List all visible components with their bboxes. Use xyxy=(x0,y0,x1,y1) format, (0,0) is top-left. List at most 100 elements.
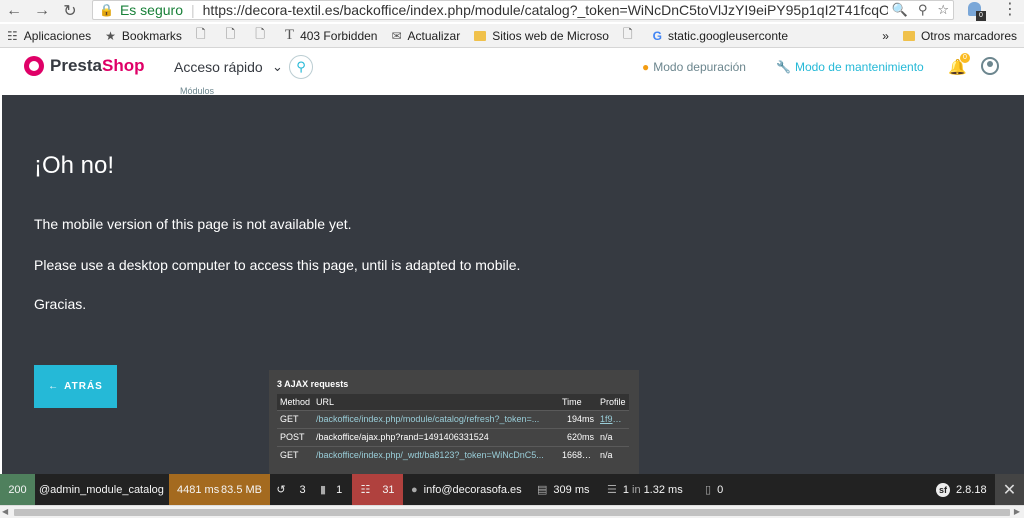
request-time: 194ms xyxy=(559,409,597,428)
cache-toolbar-item[interactable]: ☰ 1 in 1.32 ms xyxy=(599,474,697,505)
maintenance-mode-link[interactable]: 🔧 Modo de mantenimiento xyxy=(776,60,924,74)
symfony-version-item[interactable]: sf 2.8.18 xyxy=(928,474,995,505)
ajax-count: 3 xyxy=(299,483,306,496)
translation-toolbar-item[interactable]: ☷ 31 xyxy=(352,474,403,505)
request-url[interactable]: /backoffice/index.php/module/catalog/ref… xyxy=(313,409,559,428)
prestashop-logo-icon xyxy=(24,56,44,76)
security-toolbar-item[interactable]: ● info@decorasofa.es xyxy=(403,474,529,505)
ajax-panel-title: 3 AJAX requests xyxy=(277,379,349,389)
address-bar[interactable]: 🔒 Es seguro | https://decora-textil.es/b… xyxy=(92,0,954,20)
route-name[interactable]: @admin_module_catalog xyxy=(35,474,169,505)
browser-menu-icon[interactable]: ⋮ xyxy=(1000,0,1020,20)
request-profile: n/a xyxy=(597,427,629,446)
thanks-message: Gracias. xyxy=(34,296,87,312)
page-title: ¡Oh no! xyxy=(34,152,115,179)
arrow-left-icon: ← xyxy=(48,381,60,392)
dump-toolbar-item[interactable]: ▯ 0 xyxy=(697,474,737,505)
bookmark-googleusercontent[interactable]: Gstatic.googleuserconte xyxy=(646,29,795,43)
back-button[interactable]: ← ATRÁS xyxy=(34,365,117,408)
extension-badge: 0 xyxy=(976,11,986,21)
performance-panel[interactable]: 4481 ms 83.5 MB xyxy=(169,474,270,505)
google-icon: G xyxy=(652,28,662,43)
chevron-down-icon[interactable]: ⌄ xyxy=(272,59,283,75)
db-time: 309 ms xyxy=(553,483,590,496)
search-icon[interactable]: ⚲ xyxy=(289,55,313,79)
admin-header: PrestaShop Acceso rápido ⌄ ⚲ Módulos ● Mo… xyxy=(0,50,1024,95)
user-icon: ● xyxy=(411,483,418,496)
column-header-url: URL xyxy=(316,396,335,407)
table-row: GET /backoffice/index.php/_wdt/ba8123?_t… xyxy=(277,445,629,464)
bookmark-page-2[interactable]: 🗋 xyxy=(219,25,249,46)
cache-calls: 1 xyxy=(622,483,629,496)
translation-icon: ☷ xyxy=(360,484,371,496)
request-time: 1668ms xyxy=(559,445,597,464)
bookmark-page-4[interactable]: 🗋 xyxy=(616,25,646,46)
zoom-icon[interactable]: 🔍 xyxy=(892,2,908,18)
bookmark-page-3[interactable]: 🗋 xyxy=(248,25,278,46)
bookmarks-bar: ☷ Aplicaciones ★ Bookmarks 🗋 🗋 🗋 T 403 Forb… xyxy=(0,24,1024,48)
bookmarks-overflow[interactable]: » xyxy=(875,29,896,43)
column-header-time: Time xyxy=(562,396,582,407)
address-separator: | xyxy=(191,2,195,18)
bookmark-other[interactable]: Otros marcadores xyxy=(896,29,1024,43)
url-text[interactable]: https://decora-textil.es/backoffice/inde… xyxy=(203,2,890,18)
request-time: 620ms xyxy=(559,427,597,446)
symfony-logo-icon: sf xyxy=(936,482,950,497)
submenu-peek: Módulos xyxy=(168,84,314,95)
cache-in-label: in xyxy=(632,483,641,496)
symfony-debug-toolbar: 200 @admin_module_catalog 4481 ms 83.5 M… xyxy=(0,474,1024,505)
ajax-requests-table: Method URL Time Profile GET /backoffice/… xyxy=(277,394,629,464)
font-icon: T xyxy=(284,27,295,43)
cache-time: 1.32 ms xyxy=(643,483,683,496)
ajax-toolbar-item[interactable]: ↺ 3 xyxy=(270,474,312,505)
secure-label: Es seguro xyxy=(119,2,183,18)
prestashop-logo[interactable]: PrestaShop xyxy=(24,56,144,76)
page-icon: 🗋 xyxy=(255,27,265,41)
browser-toolbar: ← → ↻ 🔒 Es seguro | https://decora-texti… xyxy=(0,0,1024,22)
bookmark-bookmarks[interactable]: ★ Bookmarks xyxy=(98,29,189,43)
dump-icon: ▯ xyxy=(705,484,712,496)
lock-icon: 🔒 xyxy=(99,3,114,17)
logged-user: info@decorasofa.es xyxy=(423,483,522,496)
forms-count: 1 xyxy=(336,483,343,496)
close-icon[interactable]: ✕ xyxy=(995,474,1024,505)
cache-icon: ☰ xyxy=(607,484,617,496)
status-code-badge[interactable]: 200 xyxy=(0,474,35,505)
memory-usage: 83.5 MB xyxy=(221,483,262,496)
column-header-profile: Profile xyxy=(600,396,626,407)
bookmark-actualizar[interactable]: ✉ Actualizar xyxy=(384,29,467,43)
horizontal-scrollbar[interactable]: ◀ ▶ xyxy=(0,505,1024,518)
bookmark-apps[interactable]: ☷ Aplicaciones xyxy=(0,29,98,43)
quick-access-menu[interactable]: Acceso rápido xyxy=(174,59,263,75)
request-url[interactable]: /backoffice/index.php/_wdt/ba8123?_token… xyxy=(313,445,559,464)
wrench-icon: 🔧 xyxy=(776,60,791,74)
mail-icon: ✉ xyxy=(391,28,402,43)
debug-mode-link[interactable]: ● Modo depuración xyxy=(642,60,746,74)
forms-toolbar-item[interactable]: ▮ 1 xyxy=(312,474,352,505)
key-icon[interactable]: ⚲ xyxy=(918,2,928,18)
reload-icon[interactable]: ↻ xyxy=(56,0,84,22)
bookmark-microsoft-folder[interactable]: Sitios web de Microso xyxy=(467,29,616,43)
mobile-message: The mobile version of this page is not a… xyxy=(34,216,352,232)
request-profile-link[interactable]: 1f9851 xyxy=(597,409,629,428)
omnibox-icons: 🔍 ⚲ ☆ xyxy=(887,2,949,18)
scrollbar-thumb[interactable] xyxy=(14,509,1010,516)
form-icon: ▮ xyxy=(320,484,327,496)
forward-arrow-icon[interactable]: → xyxy=(28,0,56,22)
extension-ghost-icon[interactable]: 0 xyxy=(966,1,986,21)
star-icon[interactable]: ☆ xyxy=(937,2,949,18)
database-toolbar-item[interactable]: ▤ 309 ms xyxy=(529,474,599,505)
bookmark-403-forbidden[interactable]: T 403 Forbidden xyxy=(278,27,385,44)
translations-count: 31 xyxy=(382,483,395,496)
bookmark-page-1[interactable]: 🗋 xyxy=(189,25,219,46)
table-row: GET /backoffice/index.php/module/catalog… xyxy=(277,409,629,428)
table-row: POST /backoffice/ajax.php?rand=149140633… xyxy=(277,427,629,446)
database-icon: ▤ xyxy=(537,484,548,496)
scroll-left-icon[interactable]: ◀ xyxy=(2,507,8,516)
star-icon: ★ xyxy=(105,28,116,43)
desktop-message: Please use a desktop computer to access … xyxy=(34,257,521,273)
scroll-right-icon[interactable]: ▶ xyxy=(1014,507,1020,516)
user-avatar-icon[interactable] xyxy=(981,57,999,75)
dump-count: 0 xyxy=(717,483,724,496)
back-arrow-icon[interactable]: ← xyxy=(0,0,28,22)
